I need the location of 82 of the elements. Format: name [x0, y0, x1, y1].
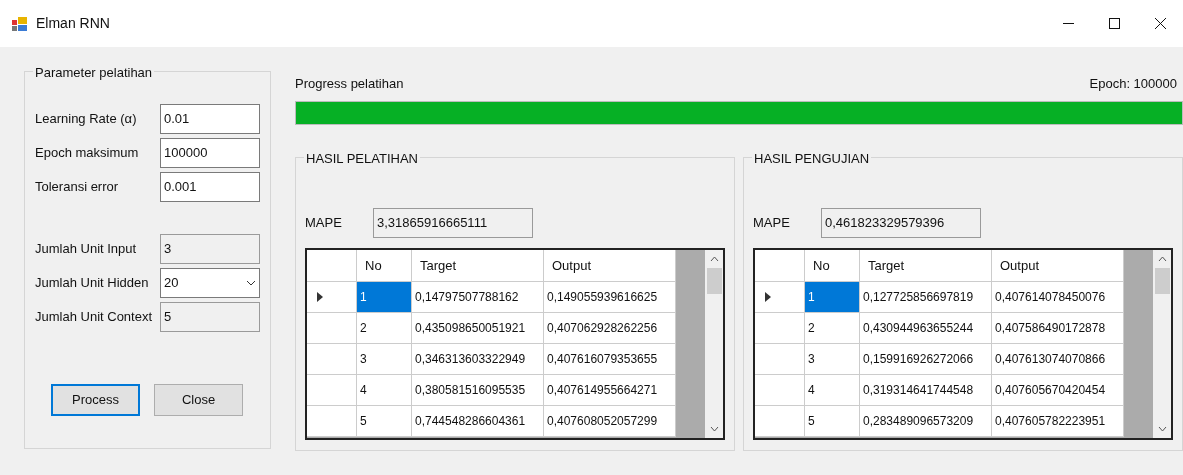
table-cell: 0,283489096573209 [860, 406, 992, 437]
scroll-up-icon [709, 256, 719, 262]
table-cell: 0,435098650051921 [412, 313, 544, 344]
table-cell: 5 [357, 406, 412, 437]
column-header[interactable]: Target [412, 250, 544, 282]
row-header[interactable] [755, 282, 805, 313]
table-cell: 1 [357, 282, 412, 313]
dropdown[interactable]: 20 [160, 268, 260, 298]
table-cell: 0,14797507788162 [412, 282, 544, 313]
table-cell: 0,744548286604361 [412, 406, 544, 437]
mape-label: MAPE [753, 214, 791, 233]
table-cell: 1 [805, 282, 860, 313]
table-cell: 0,407605670420454 [992, 375, 1124, 406]
minimize-icon [1062, 22, 1074, 25]
field-label: Jumlah Unit Context [35, 308, 154, 327]
table-cell: 2 [805, 313, 860, 344]
row-header[interactable] [307, 313, 357, 344]
table-cell: 0,430944963655244 [860, 313, 992, 344]
window-title: Elman RNN [36, 14, 110, 33]
row-header[interactable] [755, 344, 805, 375]
column-header[interactable]: Output [992, 250, 1124, 282]
row-pointer-icon [765, 292, 771, 302]
input-field[interactable]: 0.001 [160, 172, 260, 202]
column-header[interactable]: Target [860, 250, 992, 282]
scrollbar[interactable] [1153, 250, 1171, 438]
table-cell: 4 [357, 375, 412, 406]
row-header[interactable] [755, 406, 805, 437]
table-cell: 0,407613074070866 [992, 344, 1124, 375]
scrollbar[interactable] [705, 250, 723, 438]
action-button[interactable]: Process [51, 384, 140, 416]
table-cell: 0,407062928262256 [544, 313, 676, 344]
table-cell: 0,159916926272066 [860, 344, 992, 375]
table-cell: 0,149055939616625 [544, 282, 676, 313]
field-label: Toleransi error [35, 178, 120, 197]
row-header[interactable] [755, 375, 805, 406]
table-cell: 3 [357, 344, 412, 375]
mape-field[interactable]: 0,461823329579396 [821, 208, 981, 238]
field-label: Jumlah Unit Input [35, 240, 138, 259]
app-icon [12, 16, 28, 31]
close-icon [1154, 18, 1166, 29]
table-cell: 0,346313603322949 [412, 344, 544, 375]
input-field[interactable]: 0.01 [160, 104, 260, 134]
mape-label: MAPE [305, 214, 343, 233]
scroll-thumb[interactable] [706, 268, 722, 294]
table-cell: 0,380581516095535 [412, 375, 544, 406]
row-header[interactable] [307, 344, 357, 375]
table-cell: 5 [805, 406, 860, 437]
scroll-down-icon [1157, 426, 1167, 432]
table-cell: 0,407586490172878 [992, 313, 1124, 344]
field-label: Epoch maksimum [35, 144, 140, 163]
input-field[interactable]: 100000 [160, 138, 260, 168]
epoch-label: Epoch: 100000 [1089, 75, 1178, 94]
field-label: Learning Rate (α) [35, 110, 138, 129]
maximize-icon [1108, 18, 1120, 29]
table-cell: 0,319314641744548 [860, 375, 992, 406]
table-cell: 0,407616079353655 [544, 344, 676, 375]
row-header[interactable] [307, 282, 357, 313]
input-field[interactable]: 5 [160, 302, 260, 332]
table-cell: 0,407614078450076 [992, 282, 1124, 313]
table-cell: 0,407614955664271 [544, 375, 676, 406]
scroll-thumb[interactable] [1154, 268, 1170, 294]
chevron-down-icon [246, 280, 256, 286]
action-button[interactable]: Close [154, 384, 243, 416]
table-cell: 2 [357, 313, 412, 344]
column-header[interactable]: No [357, 250, 412, 282]
table-cell: 0,407608052057299 [544, 406, 676, 437]
scroll-down-icon [709, 426, 719, 432]
row-header[interactable] [755, 313, 805, 344]
table-cell: 0,127725856697819 [860, 282, 992, 313]
column-header[interactable]: Output [544, 250, 676, 282]
mape-field[interactable]: 3,31865916665111 [373, 208, 533, 238]
progress-label: Progress pelatihan [295, 75, 404, 94]
input-field[interactable]: 3 [160, 234, 260, 264]
row-header[interactable] [307, 406, 357, 437]
row-pointer-icon [317, 292, 323, 302]
table-cell: 4 [805, 375, 860, 406]
row-header[interactable] [307, 375, 357, 406]
field-label: Jumlah Unit Hidden [35, 274, 150, 293]
table-cell: 0,407605782223951 [992, 406, 1124, 437]
table-cell: 3 [805, 344, 860, 375]
column-header[interactable]: No [805, 250, 860, 282]
scroll-up-icon [1157, 256, 1167, 262]
